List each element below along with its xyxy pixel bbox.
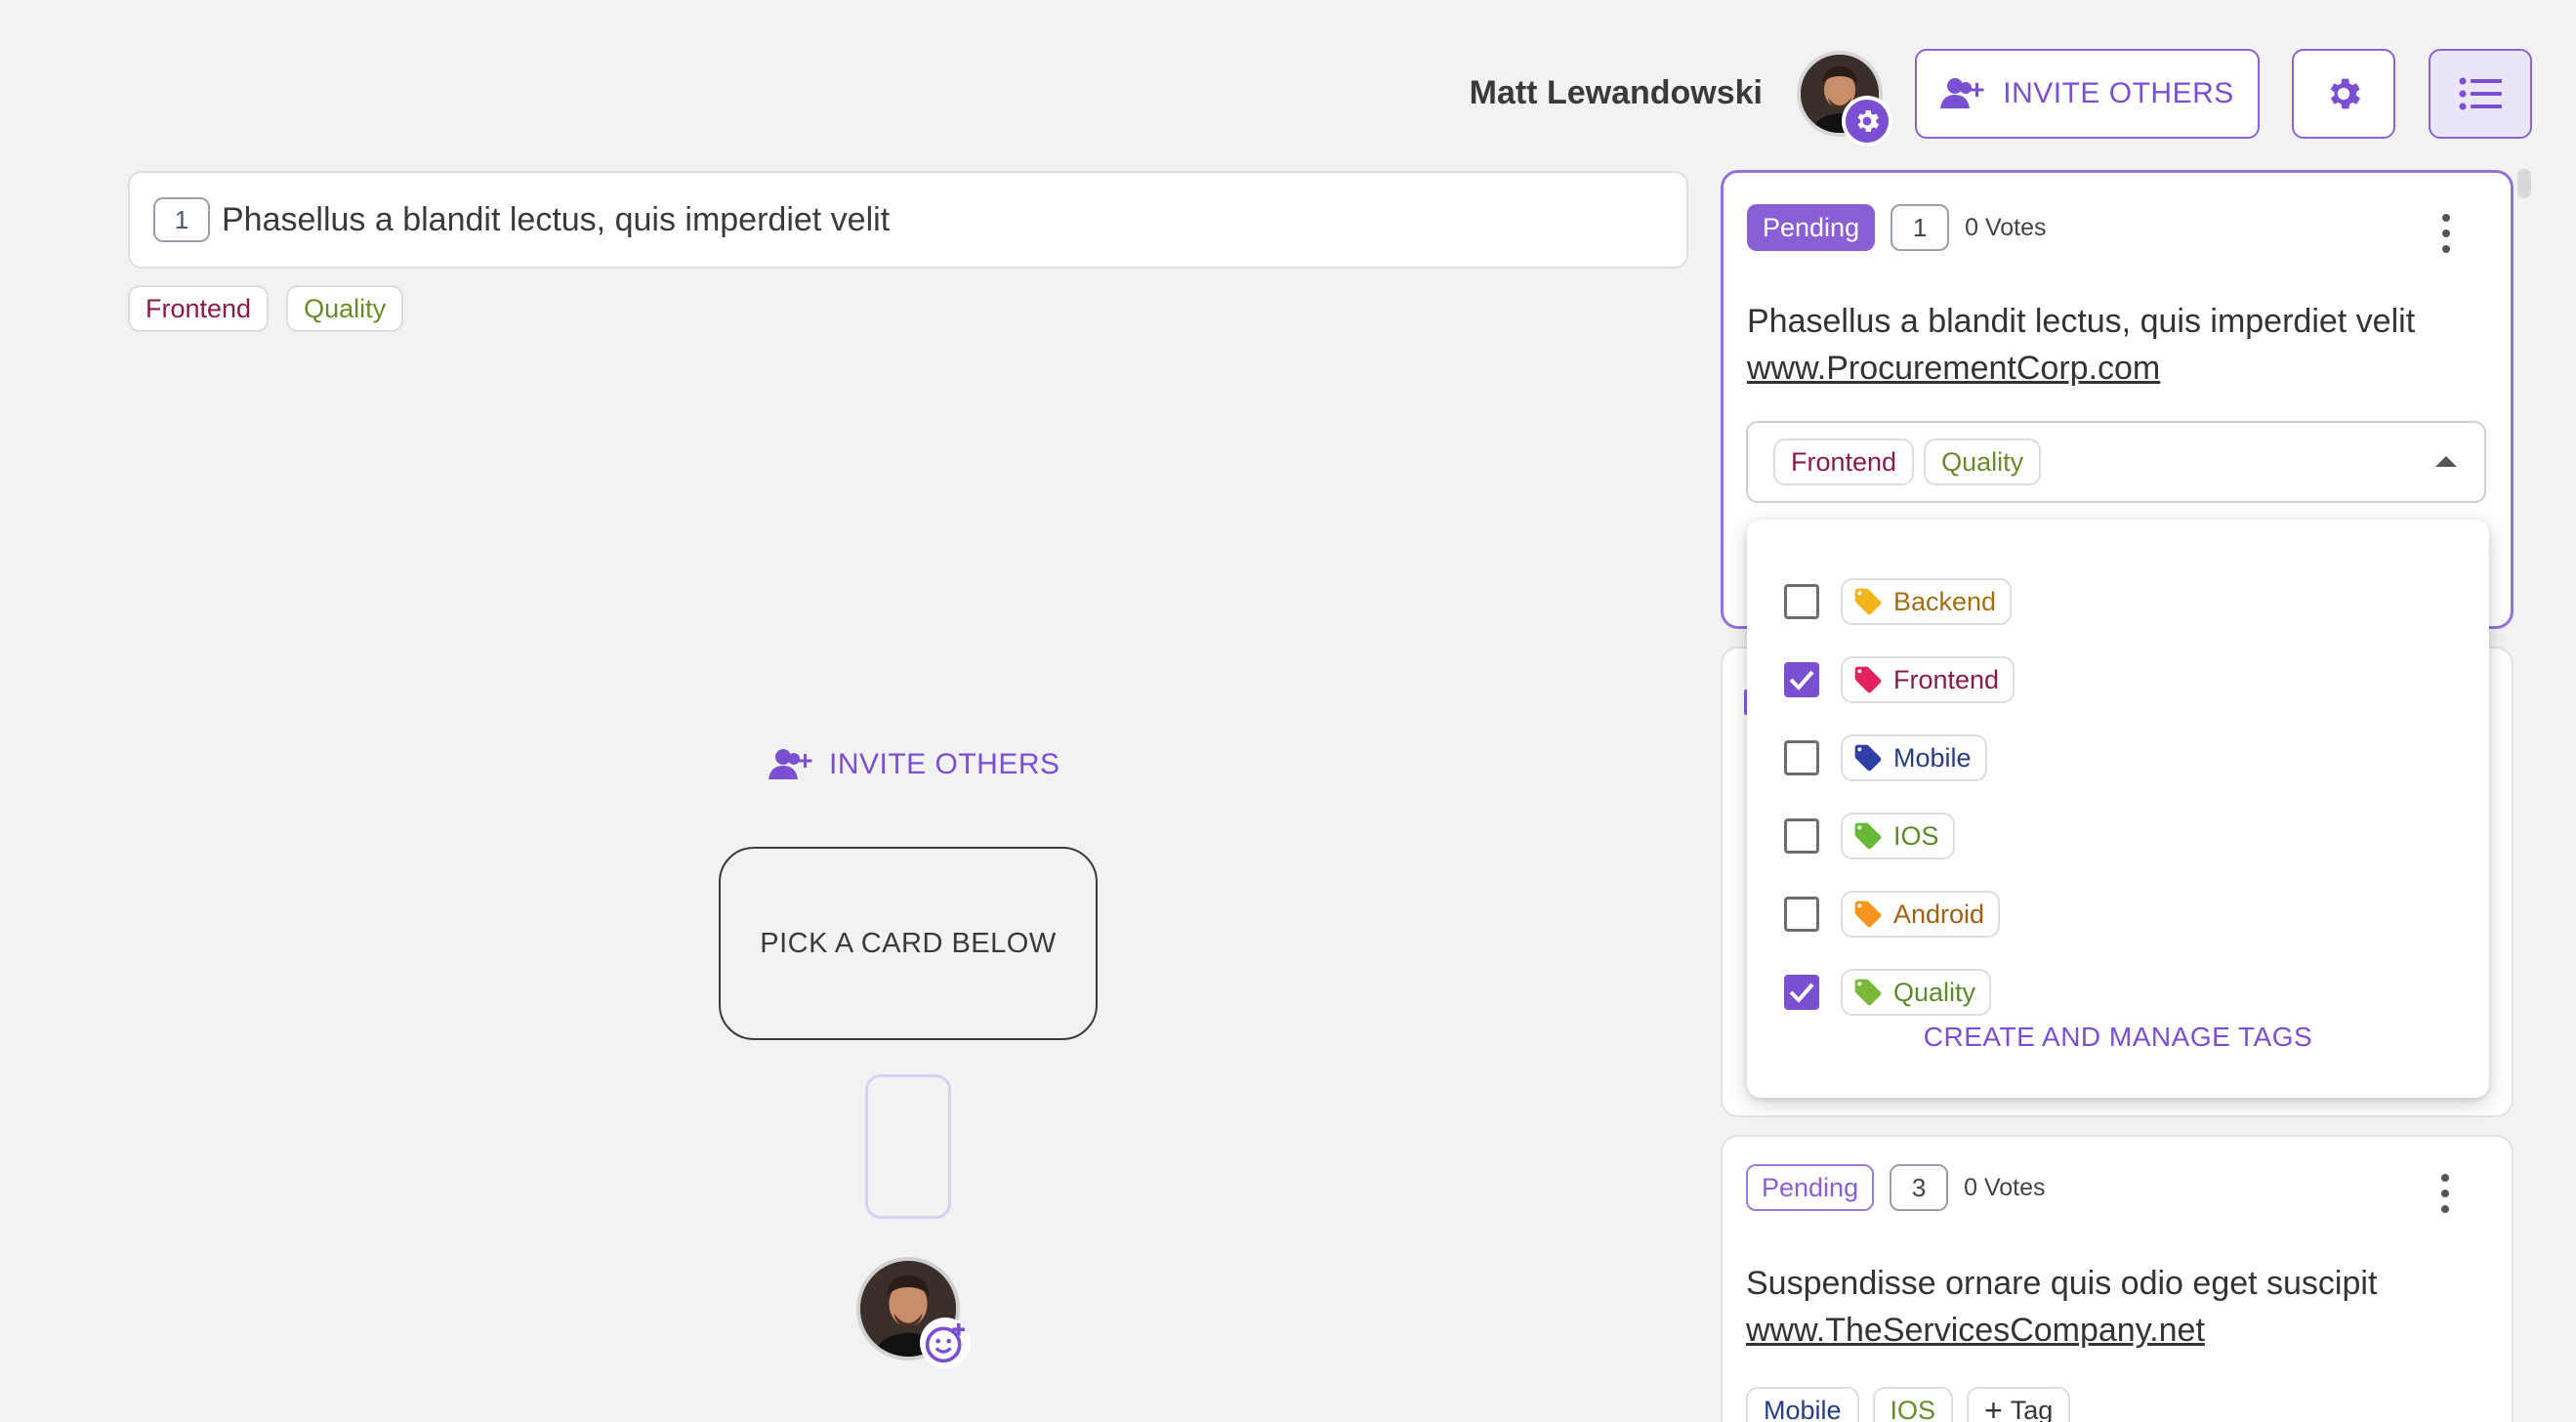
tag-option-quality[interactable]: Quality	[1784, 963, 1992, 1022]
tag-chip: Backend	[1841, 578, 2013, 625]
avatar-settings-badge[interactable]	[1842, 96, 1892, 146]
caret-up-icon[interactable]	[2435, 456, 2457, 467]
tag-icon	[1854, 588, 1882, 615]
story-link[interactable]: www.ProcurementCorp.com	[1747, 345, 2489, 392]
tag-option-backend[interactable]: Backend	[1784, 572, 2013, 631]
player-card-slot	[865, 1074, 951, 1219]
check-icon	[1789, 670, 1814, 690]
tag-icon	[1854, 744, 1882, 772]
gear-icon	[1857, 110, 1880, 132]
more-options-icon[interactable]	[2436, 208, 2456, 259]
pick-card-prompt: PICK A CARD BELOW	[719, 847, 1098, 1040]
tag-quality: Quality	[286, 285, 404, 332]
story-title: Phasellus a blandit lectus, quis imperdi…	[222, 200, 891, 238]
add-user-icon	[769, 749, 812, 779]
story-number-badge: 1	[153, 197, 210, 242]
story-number-badge: 1	[1890, 204, 1950, 251]
tag-label: Android	[1893, 899, 1985, 929]
tag-mobile: Mobile	[1746, 1387, 1859, 1422]
tag-frontend: Frontend	[128, 285, 270, 332]
tag-option-ios[interactable]: IOS	[1784, 807, 1955, 865]
checkbox[interactable]	[1784, 897, 1819, 932]
status-badge: Pending	[1746, 1164, 1875, 1211]
tag-label: Mobile	[1893, 742, 1972, 773]
checkbox-checked[interactable]	[1784, 975, 1819, 1010]
tag-option-mobile[interactable]: Mobile	[1784, 729, 1987, 787]
more-options-icon[interactable]	[2435, 1168, 2455, 1219]
tag-icon	[1854, 979, 1882, 1006]
tag-frontend: Frontend	[1773, 439, 1915, 485]
tag-dropdown-menu: Backend Frontend Mobile IOS Android Qual…	[1747, 520, 2489, 1098]
tag-label: Frontend	[1893, 664, 2000, 694]
story-card[interactable]: Pending 3 0 Votes Suspendisse ornare qui…	[1721, 1135, 2514, 1422]
tag-icon	[1854, 900, 1882, 928]
create-manage-tags-button[interactable]: CREATE AND MANAGE TAGS	[1747, 1022, 2489, 1053]
tag-quality: Quality	[1924, 439, 2042, 485]
tag-label: Backend	[1893, 586, 1997, 616]
tag-icon	[1854, 666, 1882, 693]
tag-option-frontend[interactable]: Frontend	[1784, 650, 2015, 709]
plus-icon: +	[1984, 1393, 2003, 1422]
tag-chip: Mobile	[1841, 734, 1987, 781]
add-user-icon	[1940, 78, 1984, 108]
tag-icon	[1854, 822, 1882, 850]
story-title: Suspendisse ornare quis odio eget suscip…	[1746, 1265, 2378, 1302]
user-name: Matt Lewandowski	[1469, 74, 1763, 111]
tag-chip: IOS	[1841, 813, 1955, 859]
checkbox-checked[interactable]	[1784, 662, 1819, 697]
invite-others-button[interactable]: INVITE OTHERS	[1915, 49, 2260, 139]
current-story-field[interactable]: 1 Phasellus a blandit lectus, quis imper…	[128, 171, 1688, 269]
story-link[interactable]: www.TheServicesCompany.net	[1746, 1307, 2488, 1354]
tag-chip: Frontend	[1841, 656, 2015, 703]
add-tag-button[interactable]: + Tag	[1967, 1387, 2071, 1422]
tag-ios: IOS	[1872, 1387, 1954, 1422]
check-icon	[1789, 983, 1814, 1003]
checkbox[interactable]	[1784, 584, 1819, 619]
story-title: Phasellus a blandit lectus, quis imperdi…	[1747, 303, 2416, 340]
invite-others-label: INVITE OTHERS	[2003, 77, 2234, 109]
status-badge: Pending	[1747, 204, 1876, 251]
checkbox[interactable]	[1784, 740, 1819, 775]
story-list-toggle-button[interactable]	[2429, 49, 2532, 139]
list-icon	[2459, 77, 2502, 110]
tag-label: IOS	[1893, 820, 1939, 851]
tag-select[interactable]: Frontend Quality	[1746, 421, 2486, 503]
tag-label: Quality	[1893, 977, 1976, 1007]
settings-button[interactable]	[2292, 49, 2395, 139]
vote-count: 0 Votes	[1965, 213, 2047, 241]
add-tag-label: Tag	[2010, 1395, 2054, 1422]
tag-option-android[interactable]: Android	[1784, 885, 2001, 943]
gear-icon	[2330, 78, 2360, 109]
invite-others-link[interactable]: INVITE OTHERS	[769, 748, 1060, 781]
tag-chip: Quality	[1841, 969, 1992, 1016]
invite-others-label: INVITE OTHERS	[829, 748, 1060, 780]
add-reaction-button[interactable]	[920, 1317, 971, 1368]
pick-card-label: PICK A CARD BELOW	[760, 927, 1057, 959]
scrollbar-thumb[interactable]	[2517, 169, 2531, 198]
tag-chip: Android	[1841, 891, 2001, 938]
vote-count: 0 Votes	[1964, 1173, 2046, 1201]
story-number-badge: 3	[1890, 1164, 1949, 1211]
story-tags: Frontend Quality	[128, 285, 404, 332]
add-emoji-icon	[925, 1322, 966, 1363]
checkbox[interactable]	[1784, 818, 1819, 854]
